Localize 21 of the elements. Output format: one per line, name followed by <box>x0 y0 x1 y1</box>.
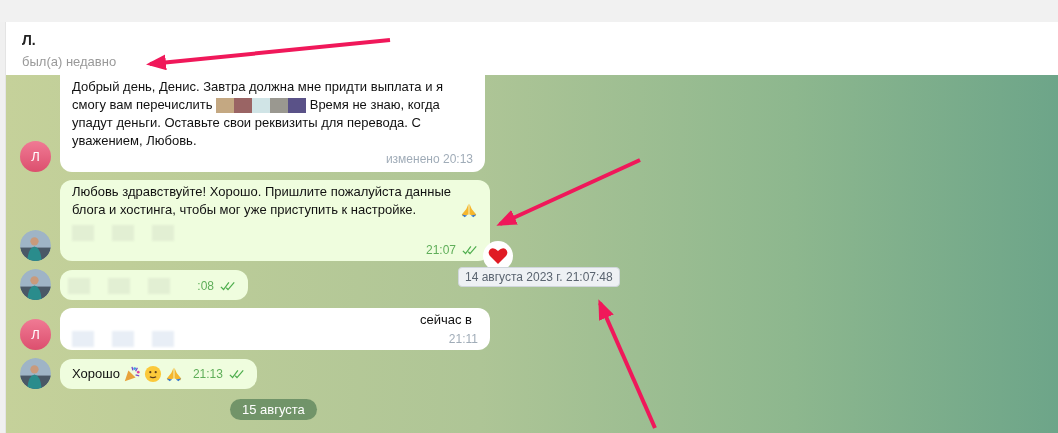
date-separator: 15 августа <box>230 399 317 420</box>
message-text: Добрый день, Денис. Завтра должна мне придти выплата и я смогу вам перечислить Время не знаю, когда упадут деньги. Оставьте свои реквизиты для перевода. С уважением, Любовь. <box>72 78 445 150</box>
message-time: 21:07 <box>425 242 456 259</box>
message-text: Любовь здравствуйте! Хорошо. Пришлите пожалуйста данные блога и хостинга, чтобы мог уже приступить к настройке. <box>72 183 452 219</box>
message-text: сейчас в <box>419 311 473 329</box>
incoming-message[interactable]: Добрый день, Денис. Завтра должна мне придти выплата и я смогу вам перечислить Время не знаю, когда упадут деньги. Оставьте свои реквизиты для перевода. С уважением, Любовь. изменено 20:13 <box>60 75 485 172</box>
message-time: 21:13 <box>192 366 223 383</box>
message-time: 21:11 <box>448 331 478 348</box>
contact-name: Л. <box>22 32 37 48</box>
message-text: Хорошо <box>72 365 120 383</box>
message-time: :08 <box>197 277 214 295</box>
message-time: изменено 20:13 <box>385 151 473 168</box>
contact-status: был(а) недавно <box>22 54 118 69</box>
user-avatar-icon[interactable] <box>20 269 51 300</box>
user-avatar-icon[interactable] <box>20 230 51 261</box>
outgoing-message[interactable]: Любовь здравствуйте! Хорошо. Пришлите пожалуйста данные блога и хостинга, чтобы мог уже приступить к настройке. 21:07 <box>60 180 490 261</box>
heart-icon <box>488 247 508 265</box>
user-avatar-icon[interactable] <box>20 358 51 389</box>
timestamp-tooltip: 14 августа 2023 г. 21:07:48 <box>458 267 620 287</box>
outgoing-message[interactable]: Хорошо 21:13 <box>60 359 257 389</box>
incoming-message[interactable]: сейчас в 21:11 <box>60 308 490 350</box>
